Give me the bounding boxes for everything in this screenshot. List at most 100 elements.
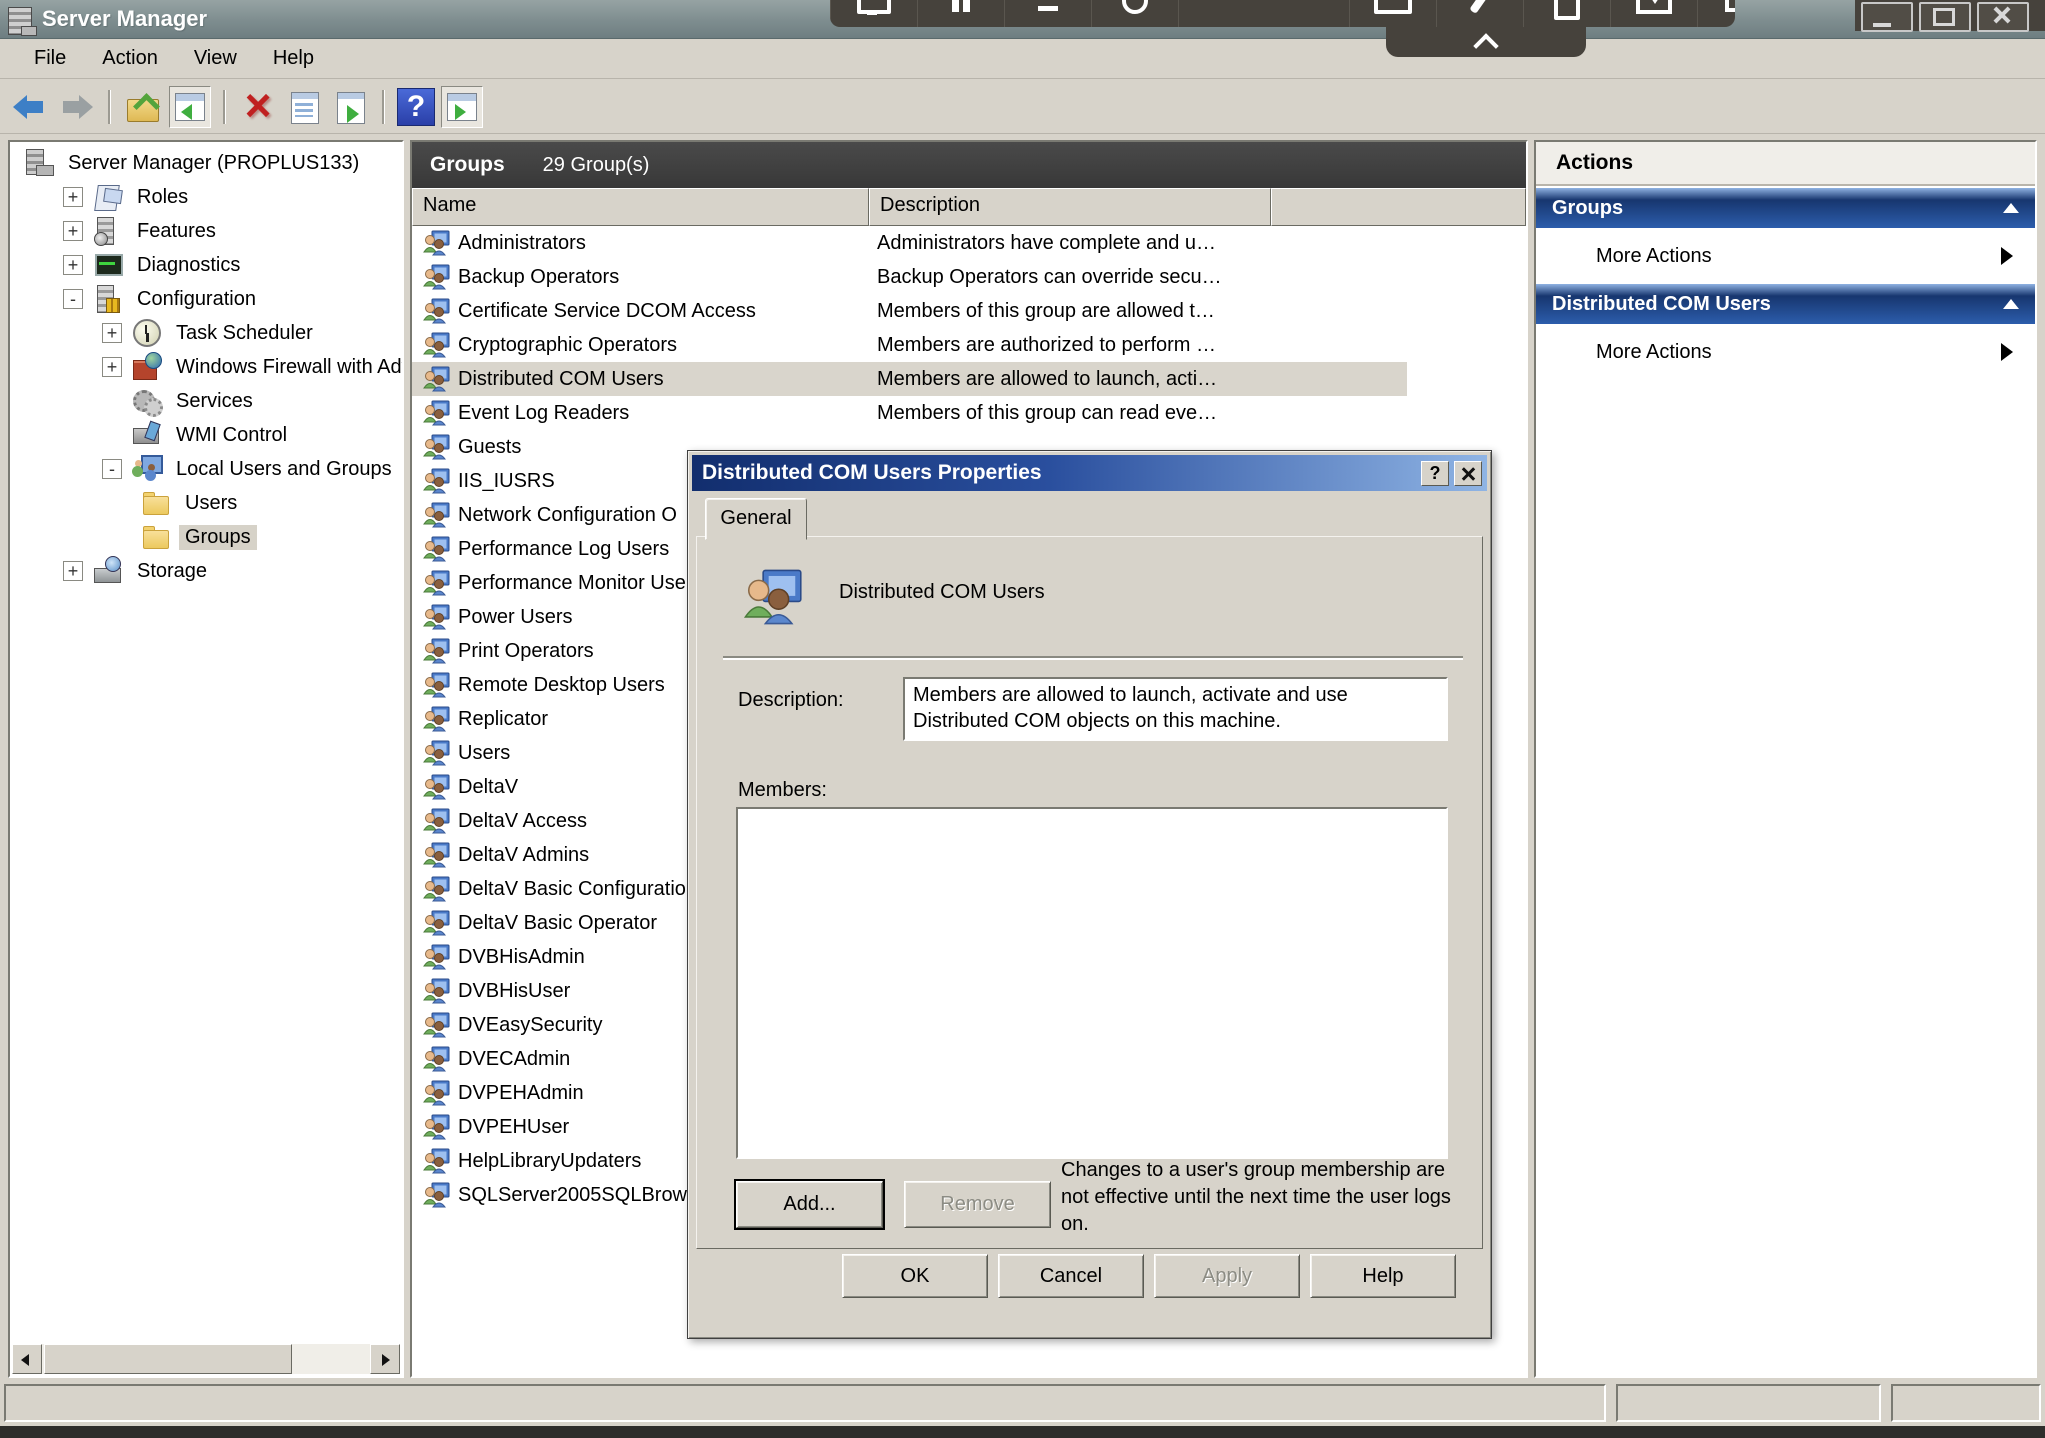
actions-section-groups[interactable]: Groups: [1536, 188, 2035, 228]
back-button[interactable]: [10, 87, 50, 127]
group-row[interactable]: Certificate Service DCOM Access Members …: [412, 294, 1526, 328]
delete-button[interactable]: ×: [238, 82, 278, 128]
actions-pane: Actions Groups More Actions Distributed …: [1534, 140, 2037, 1378]
tree-horizontal-scrollbar[interactable]: [12, 1344, 400, 1374]
menu-item[interactable]: Action: [86, 45, 174, 72]
minimize-button[interactable]: [1861, 2, 1913, 32]
group-icon: [423, 230, 450, 256]
tree-expander-icon[interactable]: +: [63, 221, 83, 241]
remove-button[interactable]: Remove: [904, 1181, 1051, 1228]
description-field[interactable]: Members are allowed to launch, activate …: [903, 677, 1448, 741]
scroll-left-icon[interactable]: [12, 1344, 42, 1374]
properties-button[interactable]: [284, 87, 324, 127]
forward-button[interactable]: [56, 87, 96, 127]
more-actions-groups[interactable]: More Actions: [1536, 228, 2035, 284]
scroll-right-icon[interactable]: [370, 1344, 400, 1374]
menu-item[interactable]: File: [18, 45, 82, 72]
tools-icon[interactable]: [1436, 0, 1523, 27]
pause-icon[interactable]: [917, 0, 1004, 27]
ok-button[interactable]: OK: [842, 1254, 988, 1298]
server-manager-app-icon: [8, 7, 37, 36]
collapse-section-icon[interactable]: [2003, 195, 2019, 213]
group-icon: [423, 570, 450, 596]
group-icon: [423, 298, 450, 324]
add-button[interactable]: Add...: [734, 1179, 885, 1230]
maximize-button[interactable]: [1919, 2, 1971, 32]
toolbar-separator[interactable]: [382, 89, 385, 124]
group-row[interactable]: Backup Operators Backup Operators can ov…: [412, 260, 1526, 294]
tree-expander-icon[interactable]: +: [63, 187, 83, 207]
more-actions-distributed-com-users[interactable]: More Actions: [1536, 324, 2035, 380]
window-icon[interactable]: [1349, 0, 1436, 27]
tree-item[interactable]: WMI Control: [10, 418, 402, 452]
spacer-icon[interactable]: [1178, 0, 1349, 27]
server-manager-window: Server Manager File Action View Help × ?…: [0, 0, 2045, 1438]
column-header-name[interactable]: Name: [412, 188, 869, 226]
help-button[interactable]: Help: [1310, 1254, 1456, 1298]
tree-expander-icon[interactable]: -: [102, 459, 122, 479]
column-header-blank[interactable]: [1271, 188, 1526, 226]
window-title: Server Manager: [42, 6, 208, 31]
group-icon: [423, 434, 450, 460]
tree-item[interactable]: + Diagnostics: [10, 248, 402, 282]
display-icon[interactable]: [830, 0, 917, 27]
group-name: Backup Operators: [458, 265, 620, 288]
tree-item[interactable]: + Windows Firewall with Adva: [10, 350, 402, 384]
members-listbox[interactable]: [736, 807, 1448, 1159]
scrollbar-thumb[interactable]: [44, 1344, 292, 1374]
toolbar-collapse-tab[interactable]: [1386, 27, 1586, 59]
help-button[interactable]: ?: [397, 87, 435, 126]
dialog-group-name: Distributed COM Users: [839, 581, 1045, 603]
tree-item[interactable]: + Storage: [10, 554, 402, 588]
toolbar-separator[interactable]: [108, 89, 111, 124]
tree-item[interactable]: - Configuration: [10, 282, 402, 316]
tree-item[interactable]: + Features: [10, 214, 402, 248]
actions-section-distributed-com-users[interactable]: Distributed COM Users: [1536, 284, 2035, 324]
dialog-help-button[interactable]: ?: [1421, 460, 1449, 486]
tree-item[interactable]: Groups: [10, 520, 402, 554]
tree-item[interactable]: + Task Scheduler: [10, 316, 402, 350]
group-row[interactable]: Administrators Administrators have compl…: [412, 226, 1526, 260]
toolbar-separator[interactable]: [223, 89, 226, 124]
tree-expander-icon[interactable]: +: [63, 561, 83, 581]
up-level-button[interactable]: [123, 87, 163, 127]
export-list-button[interactable]: [330, 87, 370, 127]
actions-section-title: Groups: [1552, 196, 1624, 219]
tree-expander-icon[interactable]: +: [63, 255, 83, 275]
server-manager-icon: [24, 148, 54, 178]
collapse-section-icon[interactable]: [2003, 291, 2019, 309]
apply-button[interactable]: Apply: [1154, 1254, 1300, 1298]
clipboard-icon[interactable]: [1523, 0, 1610, 27]
menu-item[interactable]: View: [178, 45, 253, 72]
cancel-button[interactable]: Cancel: [998, 1254, 1144, 1298]
actions-pane-title: Actions: [1536, 142, 2035, 186]
group-row[interactable]: Distributed COM Users Members are allowe…: [412, 362, 1526, 396]
firewall-icon: [132, 352, 162, 382]
tree-item[interactable]: Users: [10, 486, 402, 520]
group-row[interactable]: Event Log Readers Members of this group …: [412, 396, 1526, 430]
action-pane-button[interactable]: [441, 85, 483, 128]
tree-item[interactable]: + Roles: [10, 180, 402, 214]
record-icon[interactable]: [1091, 0, 1178, 27]
dual-display-icon[interactable]: [1697, 0, 1735, 27]
present-icon[interactable]: [1610, 0, 1697, 27]
group-icon: [423, 978, 450, 1004]
tab-general[interactable]: General: [705, 498, 807, 540]
dialog-close-button[interactable]: [1454, 460, 1482, 486]
group-icon: [423, 400, 450, 426]
column-header-description[interactable]: Description: [869, 188, 1271, 226]
tree-item[interactable]: Services: [10, 384, 402, 418]
close-button[interactable]: [1977, 2, 2029, 32]
tree-expander-icon[interactable]: -: [63, 289, 83, 309]
tree-item[interactable]: Server Manager (PROPLUS133): [10, 146, 402, 180]
tree-expander-icon[interactable]: +: [102, 323, 122, 343]
group-row[interactable]: Cryptographic Operators Members are auth…: [412, 328, 1526, 362]
tree-item[interactable]: - Local Users and Groups: [10, 452, 402, 486]
minimize-icon[interactable]: [1004, 0, 1091, 27]
tree-item-label: Configuration: [137, 287, 256, 310]
menu-item[interactable]: Help: [257, 45, 330, 72]
console-tree-button[interactable]: [169, 85, 211, 128]
chevron-up-icon: [1473, 33, 1499, 59]
tree-expander-icon[interactable]: +: [102, 357, 122, 377]
group-description: Members are allowed to launch, acti…: [877, 367, 1218, 390]
